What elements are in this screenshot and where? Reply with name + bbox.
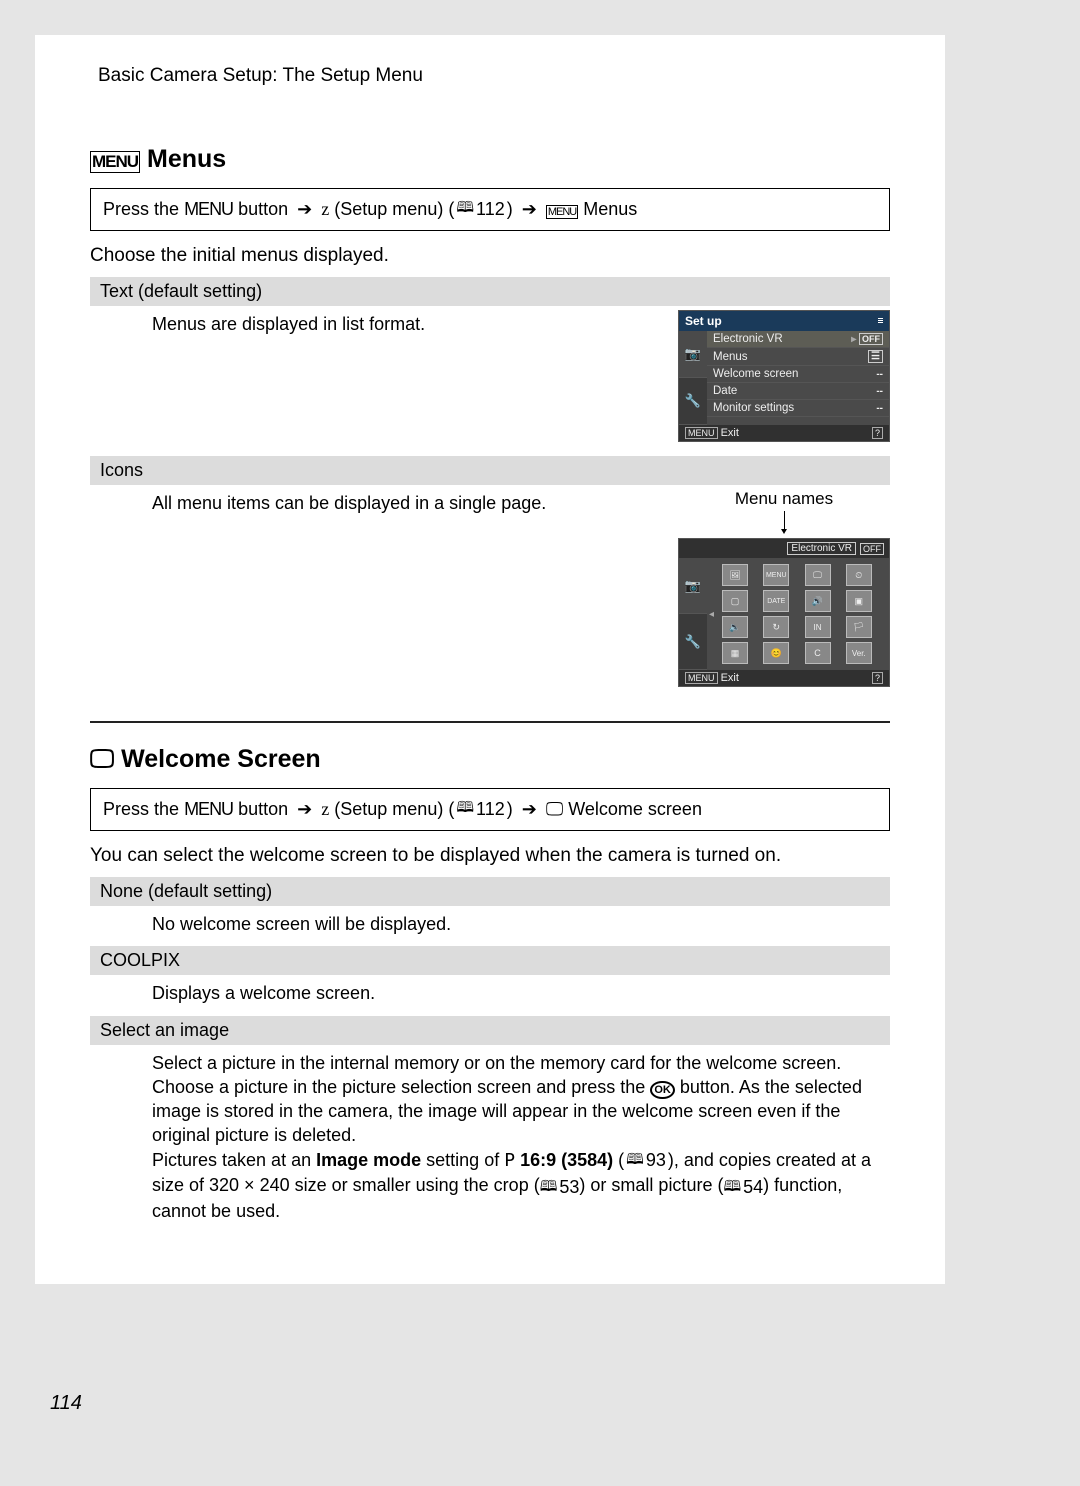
nav-setup-menu: (Setup menu) [334, 799, 443, 819]
nav-page-ref: 112 [476, 799, 505, 820]
page-number: 114 [50, 1392, 82, 1415]
page-ref-icon: (🕮 112) [448, 197, 512, 222]
pointer-arrow-icon [678, 511, 890, 534]
menus-heading: MENU Menus [90, 145, 890, 174]
grid-cell: ▦ [722, 642, 748, 664]
welcome-nav-path: Press the MENU button ➔ z (Setup menu) (… [90, 788, 890, 831]
camera-screen-title: Set up [679, 311, 889, 331]
arrow-icon: ➔ [297, 199, 312, 219]
cs-footer-exit: Exit [721, 427, 739, 439]
ok-button-icon: OK [650, 1081, 675, 1099]
option-icons-label: Icons [90, 456, 890, 485]
camera-list-screen: Set up 📷 🔧 Electronic VR▸ OFF Menus☰ Wel… [678, 310, 890, 442]
nav-setup-letter: z [321, 199, 329, 219]
image-mode-bold: Image mode [316, 1150, 421, 1170]
option-select-image-body: Select a picture in the internal memory … [90, 1045, 890, 1232]
nav-setup-letter: z [321, 799, 329, 819]
cs-footer-menu-icon: MENU [685, 672, 718, 684]
grid-cell: 🏳 [846, 616, 872, 638]
camera-tab-shoot: 📷 [679, 331, 707, 378]
mode-value-bold: 16:9 (3584) [520, 1150, 613, 1170]
nav-button-word: button [238, 799, 288, 819]
menu-button-label: MENU [184, 199, 233, 219]
option-text-label: Text (default setting) [90, 277, 890, 306]
welcome-small-icon: 🖵 [546, 799, 563, 819]
grid-cell: 🔈 [722, 616, 748, 638]
camera-tab-setup: 🔧 [679, 614, 707, 670]
cs-footer: MENU Exit ? [679, 670, 889, 686]
grid-cell: C [805, 642, 831, 664]
welcome-heading-text: Welcome Screen [121, 745, 321, 773]
welcome-intro: You can select the welcome screen to be … [90, 845, 890, 867]
cs-footer-help-icon: ? [872, 427, 883, 439]
option-coolpix-body: Displays a welcome screen. [90, 975, 890, 1013]
option-text-body: Menus are displayed in list format. [90, 306, 678, 344]
cs-footer-menu-icon: MENU [685, 427, 718, 439]
camera-tab-shoot: 📷 [679, 558, 707, 614]
option-none-body: No welcome screen will be displayed. [90, 906, 890, 944]
cs-footer-help-icon: ? [872, 672, 883, 684]
nav-setup-menu: (Setup menu) [334, 199, 443, 219]
cs-title-text: Set up [685, 314, 722, 328]
grid-cell: 😊 [763, 642, 789, 664]
left-arrow-icon: ◂ [707, 609, 716, 620]
grid-cell: ▣ [846, 590, 872, 612]
option-coolpix-label: COOLPIX [90, 946, 890, 975]
grid-cell: MENU [763, 564, 789, 586]
grid-cell: DATE [763, 590, 789, 612]
option-none-label: None (default setting) [90, 877, 890, 906]
scroll-indicator-icon [878, 318, 883, 324]
nav-button-word: button [238, 199, 288, 219]
grid-cell: ⏲ [846, 564, 872, 586]
cs-row-welcome: Welcome screen-- [707, 366, 889, 383]
cs-row-date: Date-- [707, 383, 889, 400]
grid-cell: IN [805, 616, 831, 638]
grid-cell: Ver. [846, 642, 872, 664]
arrow-icon: ➔ [297, 799, 312, 819]
nav-target: Menus [583, 199, 637, 219]
grid-cell: 🔊 [805, 590, 831, 612]
cs-row-monitor: Monitor settings-- [707, 400, 889, 417]
nav-press: Press the [103, 799, 179, 819]
camera-tab-setup: 🔧 [679, 378, 707, 425]
arrow-icon: ➔ [522, 799, 537, 819]
option-icons-body: All menu items can be displayed in a sin… [90, 485, 678, 523]
cs-selected-value: OFF [860, 543, 884, 555]
breadcrumb: Basic Camera Setup: The Setup Menu [98, 65, 890, 87]
cs-grid-header: Electronic VR OFF [679, 539, 889, 558]
section-divider [90, 721, 890, 723]
menus-intro: Choose the initial menus displayed. [90, 245, 890, 267]
menu-icon: MENU [90, 151, 140, 173]
menu-small-icon: MENU [546, 205, 578, 219]
page-ref-icon: 🕮 53 [540, 1175, 580, 1199]
arrow-icon: ➔ [522, 199, 537, 219]
welcome-heading: 🖵 Welcome Screen [90, 745, 890, 774]
page-ref-icon: (🕮 112) [448, 797, 512, 822]
grid-cell: 🖼 [722, 564, 748, 586]
nav-target: Welcome screen [568, 799, 702, 819]
option-select-image-label: Select an image [90, 1016, 890, 1045]
page-ref-icon: (🕮 93) [618, 1148, 674, 1172]
cs-row-electronic-vr: Electronic VR▸ OFF [707, 331, 889, 348]
cs-row-menus: Menus☰ [707, 348, 889, 366]
cs-icon-grid: 🖼 MENU 🖵 ⏲ ▢ DATE 🔊 ▣ 🔈 ↻ IN [716, 558, 889, 670]
nav-page-ref: 112 [476, 199, 505, 220]
camera-icon-screen: Electronic VR OFF 📷 🔧 ◂ 🖼 MENU [678, 538, 890, 687]
grid-cell: 🖵 [805, 564, 831, 586]
menu-names-caption: Menu names [678, 489, 890, 509]
menu-button-label: MENU [184, 799, 233, 819]
page-content: Basic Camera Setup: The Setup Menu MENU … [35, 35, 945, 1284]
nav-press: Press the [103, 199, 179, 219]
grid-cell: ▢ [722, 590, 748, 612]
welcome-screen-icon: 🖵 [90, 745, 114, 773]
menus-nav-path: Press the MENU button ➔ z (Setup menu) (… [90, 188, 890, 231]
grid-cell: ↻ [763, 616, 789, 638]
cs-selected-label: Electronic VR [787, 542, 856, 555]
cs-footer-exit: Exit [721, 672, 739, 684]
cs-footer: MENU Exit ? [679, 425, 889, 441]
menus-heading-text: Menus [147, 145, 226, 173]
mode-letter: P [504, 1150, 515, 1171]
page-ref-icon: 🕮 54 [723, 1175, 763, 1199]
